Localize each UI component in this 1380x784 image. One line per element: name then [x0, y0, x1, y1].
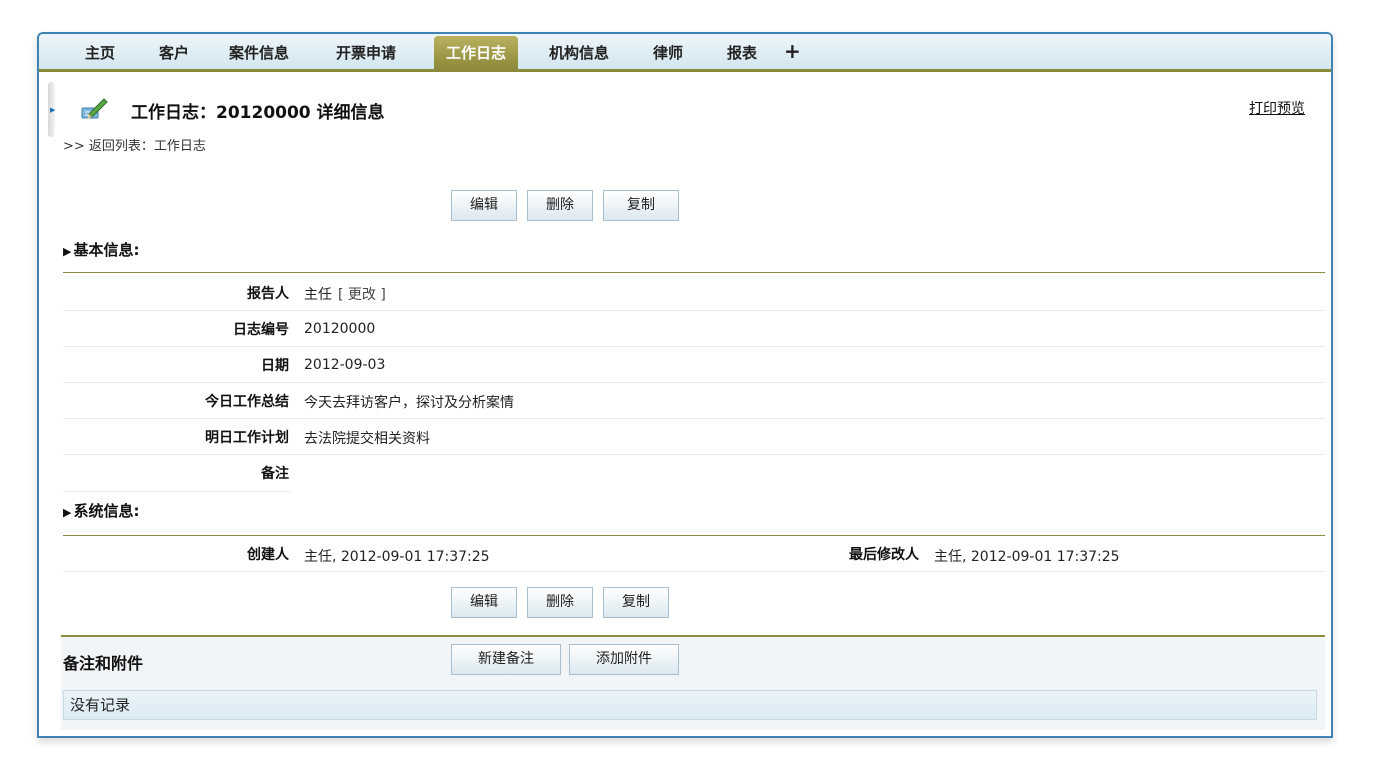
date-label: 日期	[261, 358, 289, 374]
today-summary-label: 今日工作总结	[205, 394, 289, 410]
edit-button-top[interactable]: 编辑	[451, 190, 517, 221]
today-summary-value: 今天去拜访客户，探讨及分析案情	[304, 395, 514, 411]
tab-cases[interactable]: 案件信息	[229, 34, 289, 69]
add-tab-button[interactable]: +	[784, 34, 801, 69]
delete-button-top[interactable]: 删除	[527, 190, 593, 221]
edit-button-bottom[interactable]: 编辑	[451, 587, 517, 618]
tomorrow-plan-label: 明日工作计划	[205, 430, 289, 446]
section-triangle-icon: ▶	[63, 245, 72, 258]
tab-worklog[interactable]: 工作日志	[434, 36, 519, 69]
nav-tabbar: 主页 客户 案件信息 开票申请 工作日志 机构信息 律师 报表 +	[39, 34, 1331, 72]
last-modifier-value: 主任, 2012-09-01 17:37:25	[934, 549, 1120, 565]
reporter-value: 主任[ 更改 ]	[304, 287, 386, 303]
divider	[63, 571, 1325, 572]
remark-label: 备注	[261, 466, 289, 482]
divider	[63, 535, 1325, 536]
tab-reports[interactable]: 报表	[727, 34, 757, 69]
main-window: 主页 客户 案件信息 开票申请 工作日志 机构信息 律师 报表 + ▶ 工作日志…	[37, 32, 1333, 738]
date-value: 2012-09-03	[304, 357, 386, 373]
divider	[63, 310, 1325, 311]
copy-button-bottom[interactable]: 复制	[603, 587, 669, 618]
basic-info-heading: ▶ 基本信息:	[63, 241, 140, 259]
expand-arrow-icon: ▶	[50, 106, 56, 114]
tomorrow-plan-value: 去法院提交相关资料	[304, 431, 430, 447]
tab-lawyers[interactable]: 律师	[653, 34, 683, 69]
new-note-button[interactable]: 新建备注	[451, 644, 561, 675]
divider	[63, 272, 1325, 273]
divider	[63, 346, 1325, 347]
divider	[63, 418, 1325, 419]
no-records-row: 没有记录	[63, 690, 1317, 720]
sidebar-toggle-handle[interactable]: ▶	[48, 82, 55, 137]
page-title: 工作日志：20120000 详细信息	[131, 103, 385, 123]
notes-attachments-title: 备注和附件	[63, 654, 144, 673]
change-reporter-link[interactable]: [ 更改 ]	[338, 287, 386, 303]
add-attachment-button[interactable]: 添加附件	[569, 644, 679, 675]
tab-organization[interactable]: 机构信息	[549, 34, 609, 69]
section-triangle-icon: ▶	[63, 506, 72, 519]
tab-clients[interactable]: 客户	[159, 34, 189, 69]
tab-invoice[interactable]: 开票申请	[336, 34, 396, 69]
log-number-value: 20120000	[304, 321, 376, 337]
reporter-label: 报告人	[247, 286, 289, 302]
print-preview-link[interactable]: 打印预览	[1249, 98, 1305, 118]
breadcrumb-back-link[interactable]: >> 返回列表：工作日志	[63, 135, 206, 154]
copy-button-top[interactable]: 复制	[603, 190, 679, 221]
worklog-pen-icon	[81, 98, 108, 119]
system-info-heading: ▶ 系统信息:	[63, 502, 140, 520]
creator-label: 创建人	[247, 547, 289, 563]
last-modifier-label: 最后修改人	[849, 547, 919, 563]
delete-button-bottom[interactable]: 删除	[527, 587, 593, 618]
creator-value: 主任, 2012-09-01 17:37:25	[304, 549, 490, 565]
divider	[63, 382, 1325, 383]
divider	[63, 454, 1325, 455]
divider	[63, 491, 291, 492]
log-number-label: 日志编号	[233, 322, 289, 338]
tab-home[interactable]: 主页	[85, 34, 115, 69]
